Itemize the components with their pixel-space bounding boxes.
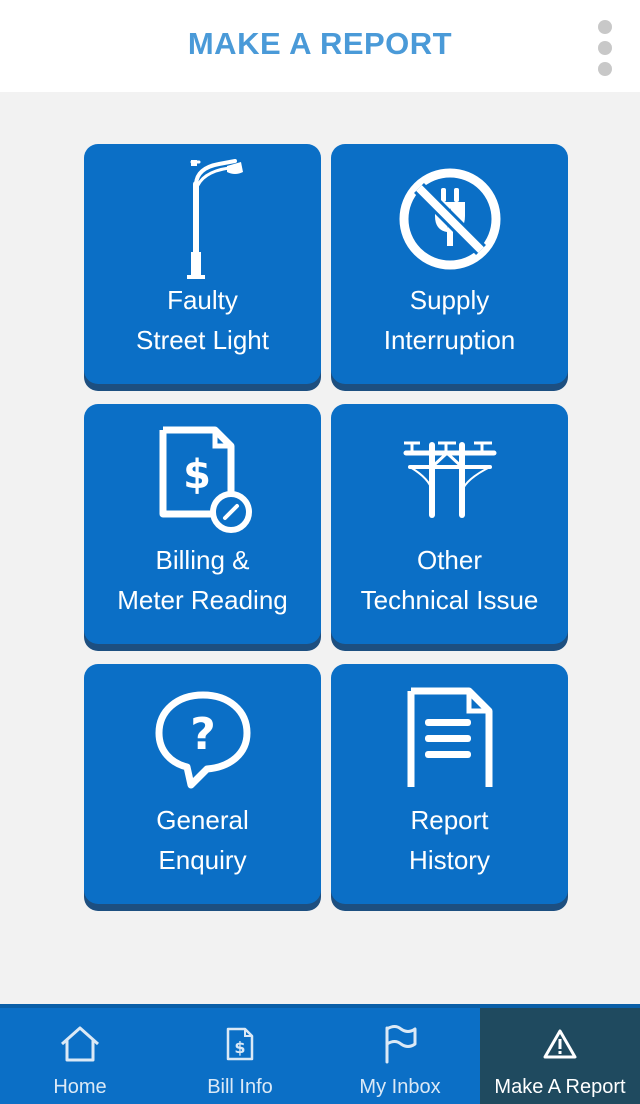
- billing-meter-reading-button[interactable]: $ Billing & Meter Reading: [84, 404, 321, 644]
- tile-label: Faulty Street Light: [84, 280, 321, 360]
- supply-interruption-button[interactable]: Supply Interruption: [331, 144, 568, 384]
- tile-label-line: Interruption: [383, 325, 516, 355]
- svg-text:$: $: [183, 452, 211, 498]
- tile-label-line: History: [409, 845, 490, 875]
- faulty-street-light-button[interactable]: Faulty Street Light: [84, 144, 321, 384]
- tile-label: Billing & Meter Reading: [84, 540, 321, 620]
- tile-label-line: Enquiry: [158, 845, 247, 875]
- question-bubble-icon: ?: [84, 676, 321, 802]
- general-enquiry-button[interactable]: ? General Enquiry: [84, 664, 321, 904]
- tile-label-line: Faulty: [167, 285, 238, 315]
- nav-item-home[interactable]: Home: [0, 1008, 160, 1104]
- tile-label: Supply Interruption: [331, 280, 568, 360]
- tile-label-line: Meter Reading: [117, 585, 288, 615]
- street-light-icon: [84, 156, 321, 282]
- other-technical-issue-button[interactable]: Other Technical Issue: [331, 404, 568, 644]
- nav-label: Home: [53, 1076, 107, 1098]
- tile-label-line: Billing &: [155, 545, 250, 575]
- nav-label: Bill Info: [207, 1076, 273, 1098]
- nav-item-make-a-report[interactable]: Make A Report: [480, 1008, 640, 1104]
- no-power-plug-icon: [331, 156, 568, 282]
- app-root: MAKE A REPORT Faulty Street Light Supply…: [0, 0, 640, 1104]
- tile-label: Other Technical Issue: [331, 540, 568, 620]
- home-icon: [59, 1022, 101, 1066]
- flag-icon: [383, 1022, 417, 1066]
- bottom-navigation: Home $ Bill Info My Inbox Make A Report: [0, 1004, 640, 1104]
- svg-text:?: ?: [190, 709, 216, 760]
- tile-label: Report History: [331, 800, 568, 880]
- tile-label-line: Supply: [409, 285, 490, 315]
- tile-label-line: Report: [410, 805, 489, 835]
- nav-item-bill-info[interactable]: $ Bill Info: [160, 1008, 320, 1104]
- bill-meter-icon: $: [84, 416, 321, 542]
- menu-dot: [598, 62, 612, 76]
- page-title: MAKE A REPORT: [187, 26, 453, 61]
- power-pylon-icon: [331, 416, 568, 542]
- bill-icon: $: [225, 1022, 255, 1066]
- document-icon: [331, 676, 568, 802]
- warning-icon: [542, 1022, 578, 1066]
- menu-dot: [598, 41, 612, 55]
- tile-label-line: Technical Issue: [360, 585, 539, 615]
- nav-label: My Inbox: [359, 1076, 441, 1098]
- svg-text:$: $: [234, 1038, 245, 1057]
- report-history-button[interactable]: Report History: [331, 664, 568, 904]
- overflow-menu-icon[interactable]: [596, 20, 614, 76]
- report-options-grid: Faulty Street Light Supply Interruption …: [84, 144, 568, 904]
- top-bar: MAKE A REPORT: [0, 0, 640, 92]
- tile-label-line: Street Light: [136, 325, 269, 355]
- tile-label-line: General: [156, 805, 249, 835]
- nav-item-my-inbox[interactable]: My Inbox: [320, 1008, 480, 1104]
- tile-label: General Enquiry: [84, 800, 321, 880]
- tile-label-line: Other: [416, 545, 483, 575]
- menu-dot: [598, 20, 612, 34]
- nav-label: Make A Report: [494, 1076, 626, 1098]
